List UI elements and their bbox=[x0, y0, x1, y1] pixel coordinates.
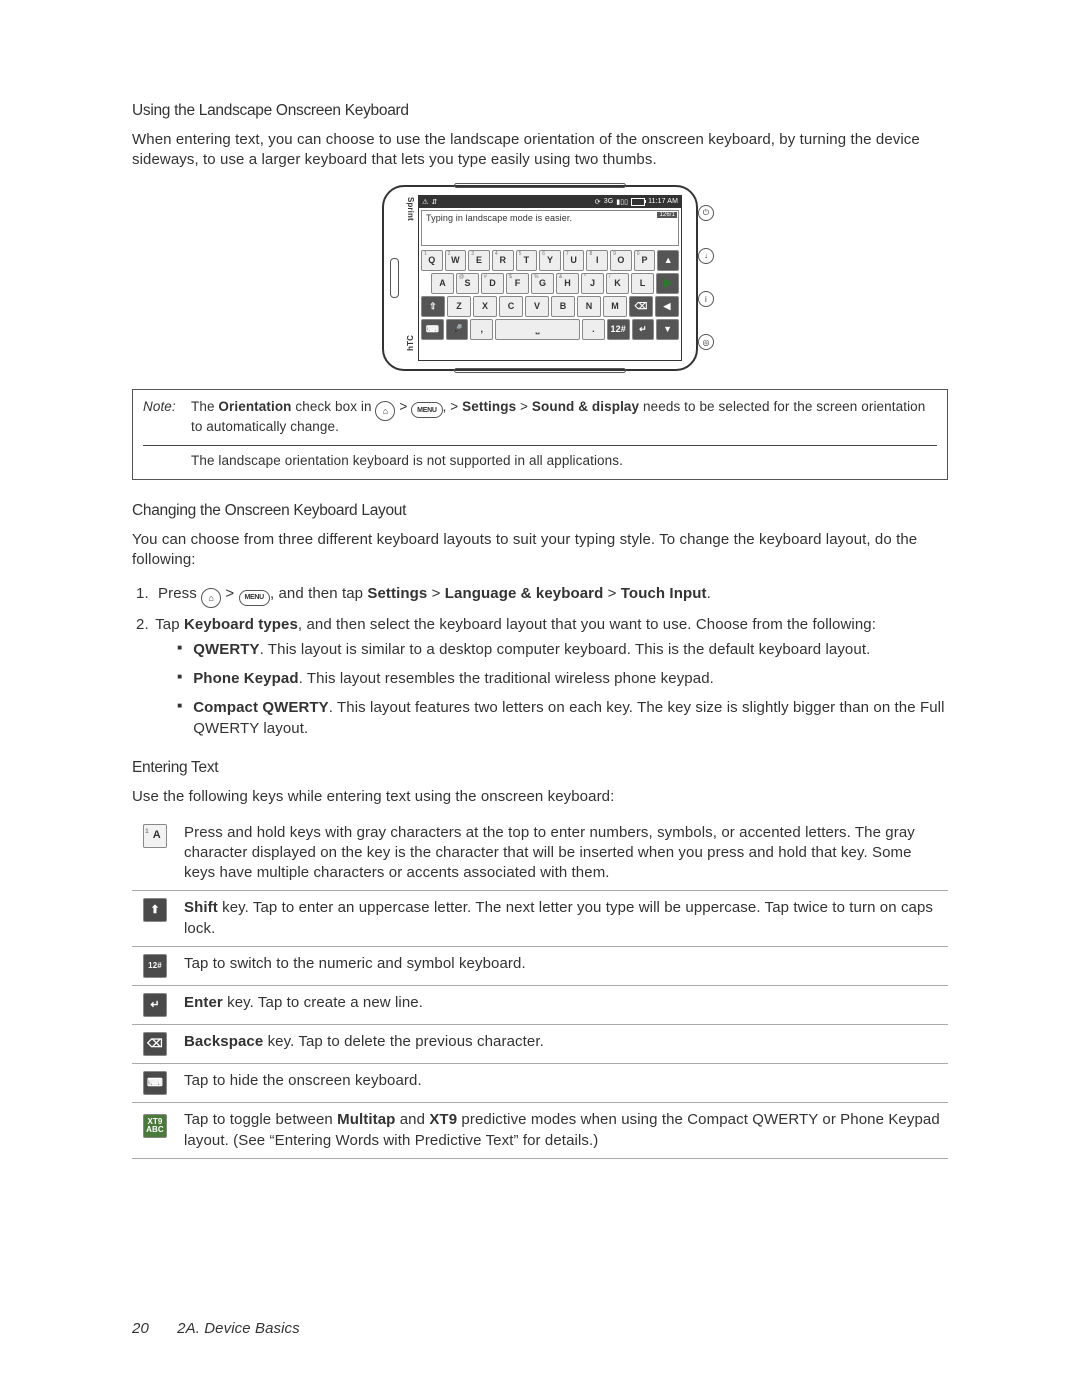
key-b: B bbox=[551, 296, 575, 317]
key-.: . bbox=[582, 319, 605, 340]
signal-icon: ▮▯▯ bbox=[616, 198, 628, 206]
key-⇧: ⇧ bbox=[421, 296, 445, 317]
keycap-accent-icon: 1A bbox=[143, 824, 167, 848]
text-area: Typing in landscape mode is easier. 126/… bbox=[421, 210, 679, 246]
note-label: Note: bbox=[143, 398, 191, 417]
home-icon: ⌂ bbox=[375, 401, 395, 421]
heading-enter: Entering Text bbox=[132, 759, 948, 777]
key-c: C bbox=[499, 296, 523, 317]
key-l: L bbox=[631, 273, 654, 294]
key-e: 3E bbox=[468, 250, 490, 271]
key-k: /K bbox=[606, 273, 629, 294]
status-bar: ⚠⇵ ⟳ 3G ▮▯▯ 11:17 AM bbox=[419, 196, 681, 208]
key-desc: Shift key. Tap to enter an uppercase let… bbox=[178, 891, 948, 947]
device-outline: Sprint hTC ⚠⇵ ⟳ 3G ▮▯▯ 11:17 AM Typing i… bbox=[382, 185, 698, 371]
battery-icon bbox=[631, 198, 645, 206]
key-d: #D bbox=[481, 273, 504, 294]
key-j: *J bbox=[581, 273, 604, 294]
onscreen-keyboard: 1Q2W3E4R5T6Y7U8I9O0P▲ A@S#D$F%G&H*J/KL ⇧… bbox=[419, 248, 681, 344]
keycap-xt9-icon: XT9ABC bbox=[143, 1114, 167, 1138]
heading-change: Changing the Onscreen Keyboard Layout bbox=[132, 502, 948, 520]
keycap-hide-icon: ⌨ bbox=[143, 1071, 167, 1095]
key-▼: ▼ bbox=[656, 319, 679, 340]
key-◀: ◀ bbox=[655, 296, 679, 317]
key-r: 4R bbox=[492, 250, 514, 271]
key-play bbox=[656, 273, 679, 294]
key-n: N bbox=[577, 296, 601, 317]
key-table: 1A Press and hold keys with gray characte… bbox=[132, 816, 948, 1159]
clock: 11:17 AM bbox=[648, 198, 678, 205]
key-a: A bbox=[431, 273, 454, 294]
keycap-back-icon: ⌫ bbox=[143, 1032, 167, 1056]
home-icon: ⌂ bbox=[201, 588, 221, 608]
key-w: 2W bbox=[445, 250, 467, 271]
key-↵: ↵ bbox=[632, 319, 655, 340]
steps-list: 1. Press ⌂ > MENU, and then tap Settings… bbox=[132, 584, 948, 747]
brand-sprint: Sprint bbox=[406, 197, 415, 221]
hardware-buttons: ⏻ ↓ i ◎ bbox=[698, 205, 714, 351]
note-box: Note: The Orientation check box in ⌂ > M… bbox=[132, 389, 948, 480]
net-icon: 3G bbox=[604, 198, 614, 205]
key-s: @S bbox=[456, 273, 479, 294]
key-v: V bbox=[525, 296, 549, 317]
key-desc: Press and hold keys with gray characters… bbox=[178, 816, 948, 891]
para-change: You can choose from three different keyb… bbox=[132, 530, 948, 571]
key-f: $F bbox=[506, 273, 529, 294]
key-desc: Enter key. Tap to create a new line. bbox=[178, 986, 948, 1025]
menu-icon: MENU bbox=[411, 402, 442, 418]
camera-icon: ◎ bbox=[698, 334, 714, 350]
key-12#: 12# bbox=[607, 319, 630, 340]
word-count: 126/1 bbox=[657, 212, 677, 218]
key-🎤: 🎤 bbox=[446, 319, 469, 340]
key-q: 1Q bbox=[421, 250, 443, 271]
key-x: X bbox=[473, 296, 497, 317]
key-u: 7U bbox=[563, 250, 585, 271]
manual-page: Using the Landscape Onscreen Keyboard Wh… bbox=[0, 0, 1080, 1397]
key-desc: Tap to hide the onscreen keyboard. bbox=[178, 1064, 948, 1103]
heading-landscape: Using the Landscape Onscreen Keyboard bbox=[132, 102, 948, 120]
key-⌨: ⌨ bbox=[421, 319, 444, 340]
key-z: Z bbox=[447, 296, 471, 317]
para-enter: Use the following keys while entering te… bbox=[132, 787, 948, 807]
section-name: 2A. Device Basics bbox=[177, 1320, 300, 1337]
volume-down-icon: ↓ bbox=[698, 248, 714, 264]
key-desc: Backspace key. Tap to delete the previou… bbox=[178, 1025, 948, 1064]
key-y: 6Y bbox=[539, 250, 561, 271]
sync-icon: ⟳ bbox=[595, 198, 601, 206]
power-icon: ⏻ bbox=[698, 205, 714, 221]
key-t: 5T bbox=[516, 250, 538, 271]
device-figure: Sprint hTC ⚠⇵ ⟳ 3G ▮▯▯ 11:17 AM Typing i… bbox=[132, 185, 948, 371]
key-g: %G bbox=[531, 273, 554, 294]
key-m: M bbox=[603, 296, 627, 317]
key-⎵: ⎵ bbox=[495, 319, 580, 340]
usb-icon: ⇵ bbox=[431, 198, 437, 206]
page-number: 20 bbox=[132, 1320, 149, 1337]
info-icon: i bbox=[698, 291, 714, 307]
warning-icon: ⚠ bbox=[422, 198, 428, 206]
keycap-shift-icon: ⬆ bbox=[143, 898, 167, 922]
key-o: 9O bbox=[610, 250, 632, 271]
key-i: 8I bbox=[586, 250, 608, 271]
para-landscape: When entering text, you can choose to us… bbox=[132, 130, 948, 171]
key-h: &H bbox=[556, 273, 579, 294]
key-p: 0P bbox=[634, 250, 656, 271]
keycap-12#-icon: 12# bbox=[143, 954, 167, 978]
key-,: , bbox=[470, 319, 493, 340]
menu-icon: MENU bbox=[239, 590, 270, 606]
key-⌫: ⌫ bbox=[629, 296, 653, 317]
key-desc: Tap to toggle between Multitap and XT9 p… bbox=[178, 1103, 948, 1159]
page-footer: 20 2A. Device Basics bbox=[132, 1320, 300, 1337]
keycap-enter-icon: ↵ bbox=[143, 993, 167, 1017]
brand-htc: hTC bbox=[406, 335, 415, 351]
key-▲: ▲ bbox=[657, 250, 679, 271]
key-desc: Tap to switch to the numeric and symbol … bbox=[178, 946, 948, 985]
